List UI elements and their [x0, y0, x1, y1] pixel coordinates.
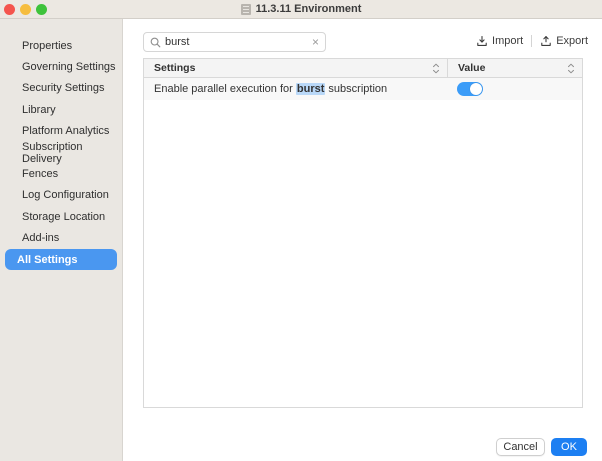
export-icon [540, 35, 552, 47]
close-window-button[interactable] [4, 4, 15, 15]
table-row: Enable parallel execution for burst subs… [144, 78, 582, 100]
import-icon [476, 35, 488, 47]
import-button[interactable]: Import [476, 35, 523, 47]
ok-button[interactable]: OK [551, 438, 587, 456]
sidebar-item-platform-analytics[interactable]: Platform Analytics [5, 121, 117, 142]
value-column-label: Value [458, 62, 567, 74]
main-content: × Import [124, 19, 602, 461]
sidebar-item-fences[interactable]: Fences [5, 163, 117, 184]
minimize-window-button[interactable] [20, 4, 31, 15]
clear-search-icon[interactable]: × [312, 36, 319, 48]
title-bar: 11.3.11 Environment [0, 0, 602, 19]
parallel-execution-toggle[interactable] [457, 82, 483, 96]
import-label: Import [492, 35, 523, 47]
sidebar-item-add-ins[interactable]: Add-ins [5, 228, 117, 249]
document-proxy-icon [241, 4, 251, 15]
search-icon [150, 37, 161, 48]
column-header-value[interactable]: Value [447, 59, 582, 77]
sidebar-item-library[interactable]: Library [5, 99, 117, 120]
sidebar-item-governing-settings[interactable]: Governing Settings [5, 56, 117, 77]
traffic-lights [4, 4, 47, 15]
export-button[interactable]: Export [540, 35, 588, 47]
export-label: Export [556, 35, 588, 47]
setting-name-cell: Enable parallel execution for burst subs… [144, 78, 447, 100]
settings-column-label: Settings [154, 62, 432, 74]
import-export-group: Import Export [476, 35, 588, 47]
settings-table: Settings Value [143, 58, 583, 408]
cancel-button[interactable]: Cancel [496, 438, 545, 456]
setting-name: Enable parallel execution for burst subs… [154, 83, 387, 95]
sidebar-item-all-settings[interactable]: All Settings [5, 249, 117, 270]
table-header: Settings Value [144, 59, 582, 78]
column-header-settings[interactable]: Settings [144, 59, 447, 77]
sidebar-item-storage-location[interactable]: Storage Location [5, 206, 117, 227]
zoom-window-button[interactable] [36, 4, 47, 15]
setting-value-cell [447, 78, 582, 100]
sidebar-item-properties[interactable]: Properties [5, 35, 117, 56]
environment-settings-window: 11.3.11 Environment Properties Governing… [0, 0, 602, 461]
search-match-highlight: burst [296, 83, 326, 95]
sort-icon[interactable] [432, 63, 440, 74]
divider [531, 35, 532, 47]
title-wrap: 11.3.11 Environment [0, 3, 602, 15]
window-title: 11.3.11 Environment [256, 3, 362, 15]
sidebar-item-security-settings[interactable]: Security Settings [5, 78, 117, 99]
sort-icon[interactable] [567, 63, 575, 74]
toggle-knob [470, 83, 482, 95]
search-input[interactable] [165, 36, 308, 48]
settings-sidebar: Properties Governing Settings Security S… [0, 19, 123, 461]
sidebar-item-log-configuration[interactable]: Log Configuration [5, 185, 117, 206]
search-field[interactable]: × [143, 32, 326, 52]
footer-actions: Cancel OK [496, 438, 587, 456]
sidebar-item-subscription-delivery[interactable]: Subscription Delivery [5, 142, 117, 163]
